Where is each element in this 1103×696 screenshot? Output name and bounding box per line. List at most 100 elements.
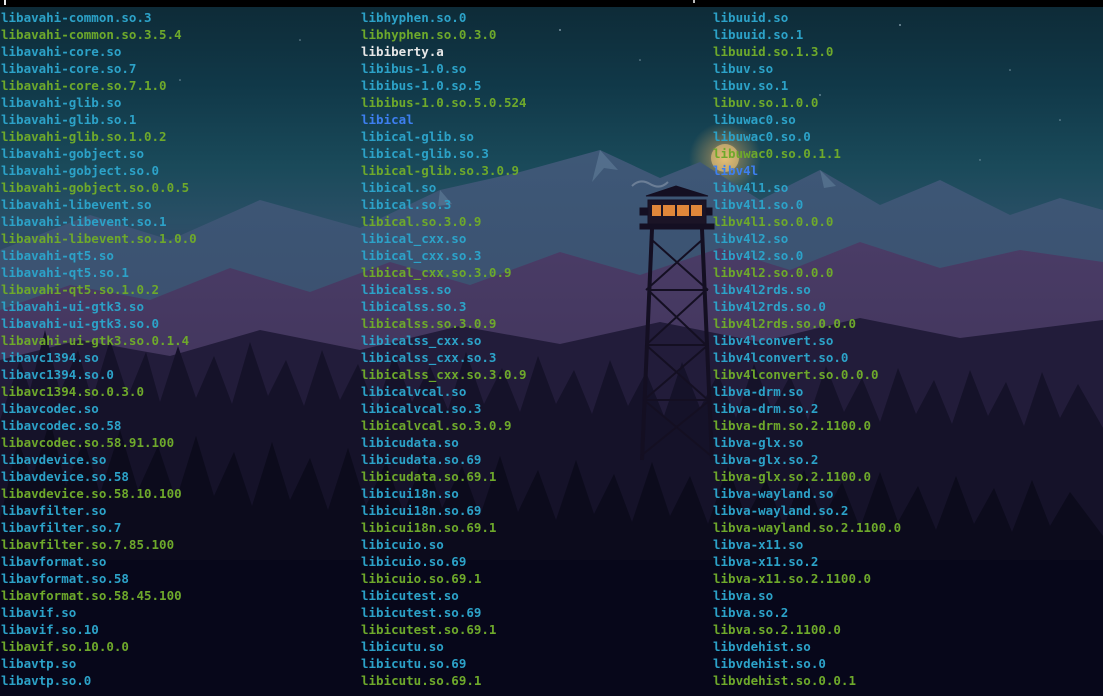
file-entry: libavahi-qt5.so.1	[1, 265, 129, 280]
file-entry: libv4l2.so.0.0.0	[713, 265, 834, 280]
file-entry: libv4l2rds.so.0.0.0	[713, 316, 856, 331]
file-entry: libv4l2rds.so.0	[713, 299, 826, 314]
file-entry: libavformat.so.58.45.100	[1, 588, 182, 603]
file-entry: libicalvcal.so.3	[361, 401, 482, 416]
file-entry: libicutest.so	[361, 588, 459, 603]
file-entry: libicalss_cxx.so	[361, 333, 482, 348]
file-entry: libavahi-libevent.so	[1, 197, 152, 212]
file-entry: libavdevice.so.58.10.100	[1, 486, 182, 501]
file-entry: libicudata.so.69.1	[361, 469, 497, 484]
file-entry: libavif.so	[1, 605, 77, 620]
file-entry: libicuio.so	[361, 537, 444, 552]
file-entry: libuv.so	[713, 61, 774, 76]
file-entry: libva-wayland.so.2.1100.0	[713, 520, 902, 535]
file-entry: libical-glib.so.3	[361, 146, 489, 161]
file-entry: libicalss_cxx.so.3.0.9	[361, 367, 527, 382]
file-entry: libavif.so.10	[1, 622, 99, 637]
file-entry: libicutu.so	[361, 639, 444, 654]
file-entry: libuuid.so.1	[713, 27, 804, 42]
file-entry: libicalvcal.so.3.0.9	[361, 418, 512, 433]
file-entry: libvdehist.so	[713, 639, 811, 654]
file-entry: libicuio.so.69	[361, 554, 467, 569]
file-entry: libvdehist.so.0.0.1	[713, 673, 856, 688]
file-entry: libicutu.so.69.1	[361, 673, 482, 688]
file-entry: libicudata.so.69	[361, 452, 482, 467]
file-entry: libicalss.so	[361, 282, 452, 297]
file-entry: libavfilter.so	[1, 503, 107, 518]
terminal-window[interactable]: libavahi-common.so.3 libavahi-common.so.3…	[0, 0, 1103, 696]
file-entry: libicutest.so.69.1	[361, 622, 497, 637]
file-entry: libical-glib.so	[361, 129, 474, 144]
file-entry: libibus-1.0.so.5	[361, 78, 482, 93]
listing-column-2: libhyphen.so.0 libhyphen.so.0.3.0 libibert…	[361, 9, 527, 689]
file-entry: libva-glx.so.2.1100.0	[713, 469, 872, 484]
file-entry: libavahi-ui-gtk3.so.0	[1, 316, 160, 331]
file-entry: libical.so	[361, 180, 437, 195]
file-entry: libavdevice.so	[1, 452, 107, 467]
file-entry: libavahi-qt5.so.1.0.2	[1, 282, 160, 297]
file-entry: libva-drm.so.2	[713, 401, 819, 416]
file-entry: libavc1394.so.0.3.0	[1, 384, 144, 399]
file-entry: libavahi-libevent.so.1	[1, 214, 167, 229]
file-entry: libavahi-glib.so.1	[1, 112, 137, 127]
file-entry: libicalss_cxx.so.3	[361, 350, 497, 365]
file-entry: libical.so.3	[361, 197, 452, 212]
file-entry: libical_cxx.so.3.0.9	[361, 265, 512, 280]
file-entry: libavahi-ui-gtk3.so.0.1.4	[1, 333, 190, 348]
file-entry: libicalss.so.3.0.9	[361, 316, 497, 331]
file-entry: libavc1394.so	[1, 350, 99, 365]
file-entry: libv4l2.so	[713, 231, 789, 246]
listing-column-1: libavahi-common.so.3 libavahi-common.so.3…	[1, 9, 197, 689]
file-entry: libva.so.2	[713, 605, 789, 620]
file-entry: libavfilter.so.7.85.100	[1, 537, 175, 552]
file-entry: libva-drm.so	[713, 384, 804, 399]
file-entry: libical	[361, 112, 414, 127]
file-entry: libical_cxx.so	[361, 231, 467, 246]
file-entry: libva-wayland.so	[713, 486, 834, 501]
file-entry: libavcodec.so.58.91.100	[1, 435, 175, 450]
file-entry: libavahi-glib.so	[1, 95, 122, 110]
file-entry: libva.so	[713, 588, 774, 603]
file-entry: libva.so.2.1100.0	[713, 622, 841, 637]
file-entry: libicui18n.so.69	[361, 503, 482, 518]
file-entry: libuv.so.1.0.0	[713, 95, 819, 110]
file-entry: libavahi-gobject.so	[1, 146, 144, 161]
file-entry: libicalvcal.so	[361, 384, 467, 399]
file-entry: libavahi-libevent.so.1.0.0	[1, 231, 197, 246]
file-entry: libavc1394.so.0	[1, 367, 114, 382]
file-entry: libavtp.so.0	[1, 673, 92, 688]
file-entry: libv4l	[713, 163, 759, 178]
file-entry: libicui18n.so.69.1	[361, 520, 497, 535]
file-entry: libuuid.so.1.3.0	[713, 44, 834, 59]
file-entry: libv4lconvert.so.0.0.0	[713, 367, 879, 382]
ls-output: libavahi-common.so.3 libavahi-common.so.3…	[0, 0, 1103, 696]
file-entry: libical-glib.so.3.0.9	[361, 163, 520, 178]
file-entry: libicutu.so.69	[361, 656, 467, 671]
file-entry: libuv.so.1	[713, 78, 789, 93]
file-entry: libavahi-common.so.3	[1, 10, 152, 25]
file-entry: libva-x11.so	[713, 537, 804, 552]
file-entry: libv4lconvert.so.0	[713, 350, 849, 365]
file-entry: libavahi-core.so	[1, 44, 122, 59]
file-entry: libibus-1.0.so	[361, 61, 467, 76]
file-entry: libavahi-qt5.so	[1, 248, 114, 263]
file-entry: libv4l1.so.0	[713, 197, 804, 212]
file-entry: libicuio.so.69.1	[361, 571, 482, 586]
file-entry: libva-x11.so.2	[713, 554, 819, 569]
file-entry: libvdehist.so.0	[713, 656, 826, 671]
file-entry: libuwac0.so.0.1.1	[713, 146, 841, 161]
file-entry: libavcodec.so.58	[1, 418, 122, 433]
file-entry: libva-glx.so	[713, 435, 804, 450]
file-entry: libicui18n.so	[361, 486, 459, 501]
listing-column-3: libuuid.so libuuid.so.1 libuuid.so.1.3.0 li…	[713, 9, 901, 689]
file-entry: libavfilter.so.7	[1, 520, 122, 535]
file-entry: libuwac0.so.0	[713, 129, 811, 144]
file-entry: libuuid.so	[713, 10, 789, 25]
file-entry: libavdevice.so.58	[1, 469, 129, 484]
file-entry: libva-drm.so.2.1100.0	[713, 418, 872, 433]
file-entry: libuwac0.so	[713, 112, 796, 127]
file-entry: libavahi-common.so.3.5.4	[1, 27, 182, 42]
file-entry: libv4l1.so.0.0.0	[713, 214, 834, 229]
file-entry: libv4lconvert.so	[713, 333, 834, 348]
file-entry: libhyphen.so.0.3.0	[361, 27, 497, 42]
